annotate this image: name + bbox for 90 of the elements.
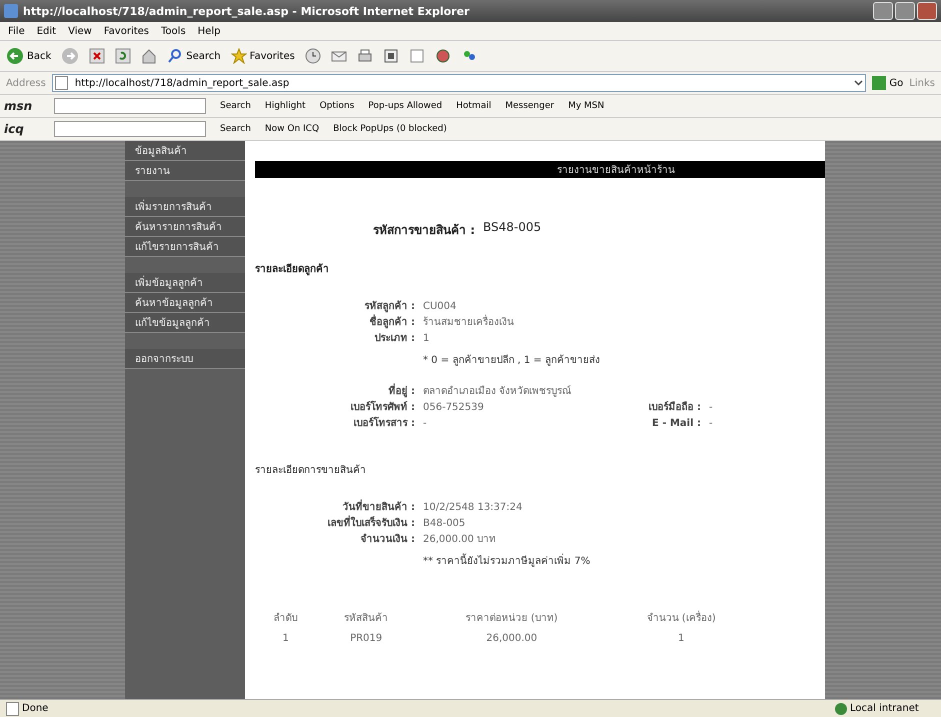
page-icon	[54, 76, 68, 90]
field-label: วันที่ขายสินค้า :	[255, 501, 415, 514]
column-header: จำนวน (เครื่อง)	[607, 606, 755, 629]
field-value: 10/2/2548 13:37:24	[423, 501, 524, 514]
minimize-button[interactable]	[873, 2, 893, 20]
field-label: เบอร์มือถือ :	[648, 401, 701, 414]
table-cell-text: 26,000.00	[485, 632, 538, 646]
toolbar-item[interactable]: Hotmail	[456, 101, 492, 111]
sidebar-link[interactable]: แก้ไขรายการสินค้า	[125, 237, 245, 257]
menu-item[interactable]: View	[68, 26, 92, 36]
history-icon[interactable]	[304, 48, 321, 64]
address-label: Address	[6, 78, 46, 88]
column-header: รหัสสินค้า	[343, 612, 390, 626]
sidebar-link[interactable]: เพิ่มข้อมูลลูกค้า	[125, 273, 245, 293]
refresh-icon[interactable]	[115, 48, 132, 64]
table-cell-text: 1	[677, 632, 686, 646]
toolbar-item[interactable]: Messenger	[505, 101, 554, 111]
go-button[interactable]: Go	[872, 76, 904, 90]
field-label: ประเภท :	[374, 332, 415, 345]
menu-item[interactable]: File	[8, 26, 25, 36]
sidebar-link[interactable]: เพิ่มรายการสินค้า	[125, 197, 245, 217]
field-value: -	[709, 417, 714, 430]
toolbar-item[interactable]: Options	[320, 101, 354, 111]
field-value: 056-752539	[423, 401, 485, 414]
field-value: ร้านสมชายเครื่องเงิน	[423, 316, 825, 329]
search-button[interactable]: Search	[167, 48, 221, 64]
sidebar-link[interactable]: ค้นหารายการสินค้า	[125, 217, 245, 237]
toolbar-item[interactable]: My MSN	[568, 101, 604, 111]
field-value: -	[709, 401, 714, 414]
field-value: CU004	[423, 300, 458, 313]
menu-item[interactable]: Tools	[161, 26, 186, 36]
column-header: ลำดับ	[272, 612, 299, 626]
window-title: http://localhost/718/admin_report_sale.asp - Microsoft Internet Explorer	[23, 4, 470, 18]
menu-item[interactable]: Edit	[36, 26, 56, 36]
star-icon	[230, 48, 247, 64]
sidebar-link[interactable]: ข้อมูลสินค้า	[125, 141, 245, 161]
field-value: BS48-005	[483, 220, 542, 236]
toolbar-item[interactable]: Pop-ups Allowed	[368, 101, 442, 111]
vat-note: ** ราคานี้ยังไม่รวมภาษีมูลค่าเพิ่ม 7%	[423, 549, 825, 568]
sidebar-link[interactable]: ออกจากระบบ	[125, 349, 245, 369]
sidebar-link[interactable]: แก้ไขข้อมูลลูกค้า	[125, 313, 245, 333]
page-icon	[6, 702, 19, 716]
search-field[interactable]	[54, 98, 206, 114]
column-header: ราคาต่อหน่วย (บาท)	[464, 612, 559, 626]
field-label: E - Mail :	[651, 417, 701, 430]
favorites-button[interactable]: Favorites	[230, 48, 295, 64]
sidebar-link[interactable]: รายงาน	[125, 161, 245, 181]
globe-icon	[835, 702, 847, 714]
field-label: เลขที่ใบเสร็จรับเงิน :	[255, 517, 415, 530]
back-button[interactable]: Back	[6, 47, 52, 65]
sidebar-link[interactable]: ค้นหาข้อมูลลูกค้า	[125, 293, 245, 313]
close-button[interactable]	[917, 2, 937, 20]
search-field[interactable]	[54, 121, 206, 137]
menu-item[interactable]: Favorites	[104, 26, 150, 36]
field-label: รหัสการขายสินค้า :	[372, 222, 475, 239]
toolbar-item[interactable]: Search	[220, 124, 251, 134]
toolbar-item[interactable]: Highlight	[264, 101, 306, 111]
table-cell-text: PR019	[349, 632, 384, 646]
field-value: ตลาดอำเภอเมือง จังหวัดเพชรบูรณ์	[423, 385, 572, 398]
icq-logo[interactable]: icq	[4, 122, 40, 136]
field-label: จำนวนเงิน :	[360, 533, 415, 546]
security-zone: Local intranet	[835, 702, 935, 714]
search-icon	[167, 48, 184, 64]
section-title: รายละเอียดการขายสินค้า	[255, 464, 367, 477]
menu-item[interactable]: Help	[198, 26, 220, 36]
page-icon[interactable]	[408, 48, 425, 64]
field-label: ชื่อลูกค้า :	[255, 316, 415, 329]
field-value: 26,000.00 บาท	[423, 533, 498, 546]
field-label: รหัสลูกค้า :	[364, 300, 415, 313]
address-field[interactable]: http://localhost/718/admin_report_sale.asp	[52, 74, 866, 92]
table-cell-text: 1	[281, 632, 290, 646]
msn-logo[interactable]: msn	[4, 99, 40, 113]
field-label: เบอร์โทรสาร :	[352, 417, 415, 430]
toolbar-item[interactable]: Block PopUps (0 blocked)	[333, 124, 447, 134]
print-icon[interactable]	[356, 48, 373, 64]
maximize-button[interactable]	[895, 2, 915, 20]
stop-icon[interactable]	[89, 48, 106, 64]
field-value: B48-005	[423, 517, 466, 530]
toolbar-item[interactable]: Now On ICQ	[264, 124, 320, 134]
field-value: 1	[423, 332, 430, 345]
field-value: -	[423, 417, 428, 430]
field-label: ที่อยู่ :	[255, 385, 415, 398]
toolbar-item[interactable]: Search	[220, 101, 251, 111]
status-text: Done	[6, 702, 48, 716]
type-note: * 0 = ลูกค้าขายปลีก , 1 = ลูกค้าขายส่ง	[423, 354, 601, 367]
report-header: รายงานขายสินค้าหน้าร้าน	[255, 161, 825, 178]
home-icon[interactable]	[141, 48, 158, 64]
section-title: รายละเอียดลูกค้า	[255, 262, 330, 276]
field-label: เบอร์โทรศัพท์ :	[350, 401, 415, 414]
browser-icon	[4, 4, 18, 18]
